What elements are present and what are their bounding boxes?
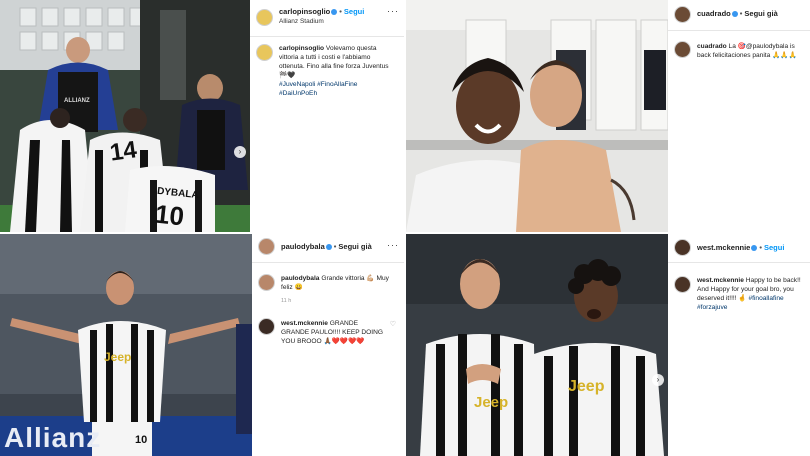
post-header: paulodybala • Segui già ···: [252, 234, 404, 263]
caption-username[interactable]: cuadrado: [697, 43, 727, 50]
reply-comment: west.mckennie GRANDE GRANDE PAULO!!!! KE…: [281, 319, 386, 346]
username[interactable]: paulodybala: [281, 242, 325, 251]
post-sidebar: carlopinsoglio • Segui Allianz Stadium ···…: [250, 0, 404, 232]
caption-avatar[interactable]: [256, 44, 273, 61]
username[interactable]: carlopinsoglio: [279, 7, 330, 16]
post-photo-duo[interactable]: Jeep Jeep ›: [406, 234, 668, 456]
avatar[interactable]: [258, 238, 275, 255]
jersey-sponsor-left: Jeep: [474, 394, 509, 411]
selfie-photo: [406, 0, 668, 232]
post-time: 11 h: [281, 298, 292, 304]
caption-hashtags[interactable]: #JuveNapoli #FinoAllaFine #DaiUnPoEh: [279, 81, 357, 97]
heart-icon[interactable]: ♡: [390, 320, 396, 328]
celebration-photo: [0, 0, 250, 232]
post-cuadrado: cuadrado • Segui già cuadrado La 🎯@paulody…: [406, 0, 810, 232]
caption-username[interactable]: west.mckennie: [697, 277, 744, 284]
post-header: cuadrado • Segui già: [668, 0, 810, 31]
username[interactable]: west.mckennie: [697, 243, 750, 252]
duo-photo: [406, 234, 668, 456]
post-header: west.mckennie • Segui: [668, 234, 810, 263]
jersey-sponsor-right: Jeep: [568, 378, 605, 395]
caption-username[interactable]: paulodybala: [281, 275, 319, 282]
following-button[interactable]: Segui già: [338, 242, 371, 251]
caption-avatar[interactable]: [258, 274, 275, 291]
post-sidebar: paulodybala • Segui già ··· paulodybala Gr…: [252, 234, 404, 456]
username[interactable]: cuadrado: [697, 9, 731, 18]
caption: cuadrado La 🎯@paulodybala is back felici…: [697, 42, 802, 60]
jersey-number-14: 14: [108, 136, 139, 167]
post-photo-celebration[interactable]: 14 DYBALA 10 ALLIANZ ›: [0, 0, 250, 232]
post-photo-selfie[interactable]: [406, 0, 668, 232]
post-sidebar: west.mckennie • Segui west.mckennie Happy …: [668, 234, 810, 456]
more-options-icon[interactable]: ···: [387, 6, 399, 16]
location-link[interactable]: Allianz Stadium: [279, 18, 324, 25]
post-west-mckennie: Jeep Jeep › west.mckennie • Segui west.mck…: [406, 234, 810, 456]
next-slide-icon[interactable]: ›: [234, 146, 246, 158]
post-header: carlopinsoglio • Segui Allianz Stadium ···: [250, 0, 404, 37]
post-paulodybala: Jeep 10 Allianz paulodybala • Segui già ··…: [0, 234, 404, 456]
caption: carlopinsoglio Volevamo questa vittoria …: [279, 44, 396, 98]
avatar[interactable]: [674, 6, 691, 23]
stadium-banner-text: Allianz: [4, 422, 102, 453]
avatar[interactable]: [256, 9, 273, 26]
post-photo-dybala-celebration[interactable]: Jeep 10 Allianz: [0, 234, 252, 456]
caption: paulodybala Grande vittoria 💪🏼 Muy feliz…: [281, 274, 396, 292]
sponsor-text: ALLIANZ: [64, 98, 90, 104]
verified-badge-icon: [731, 11, 738, 18]
reply-username[interactable]: west.mckennie: [281, 320, 328, 327]
verified-badge-icon: [325, 244, 332, 251]
verified-badge-icon: [331, 9, 338, 16]
post-sidebar: cuadrado • Segui già cuadrado La 🎯@paulody…: [668, 0, 810, 232]
follow-button[interactable]: Segui: [344, 7, 364, 16]
avatar[interactable]: [674, 239, 691, 256]
jersey-sponsor-text: Jeep: [104, 350, 132, 364]
jersey-number-10: 10: [153, 198, 186, 232]
verified-badge-icon: [751, 245, 758, 252]
caption-username[interactable]: carlopinsoglio: [279, 45, 324, 52]
caption-avatar[interactable]: [674, 41, 691, 58]
shorts-number: 10: [135, 434, 148, 446]
reply-avatar[interactable]: [258, 318, 275, 335]
follow-button[interactable]: Segui: [764, 243, 784, 252]
caption-avatar[interactable]: [674, 276, 691, 293]
caption: west.mckennie Happy to be back!! And Hap…: [697, 276, 802, 312]
post-carlopinsoglio: 14 DYBALA 10 ALLIANZ › carlopinsoglio • Se…: [0, 0, 404, 232]
more-options-icon[interactable]: ···: [387, 240, 399, 250]
following-button[interactable]: Segui già: [744, 9, 777, 18]
next-slide-icon[interactable]: ›: [652, 374, 664, 386]
